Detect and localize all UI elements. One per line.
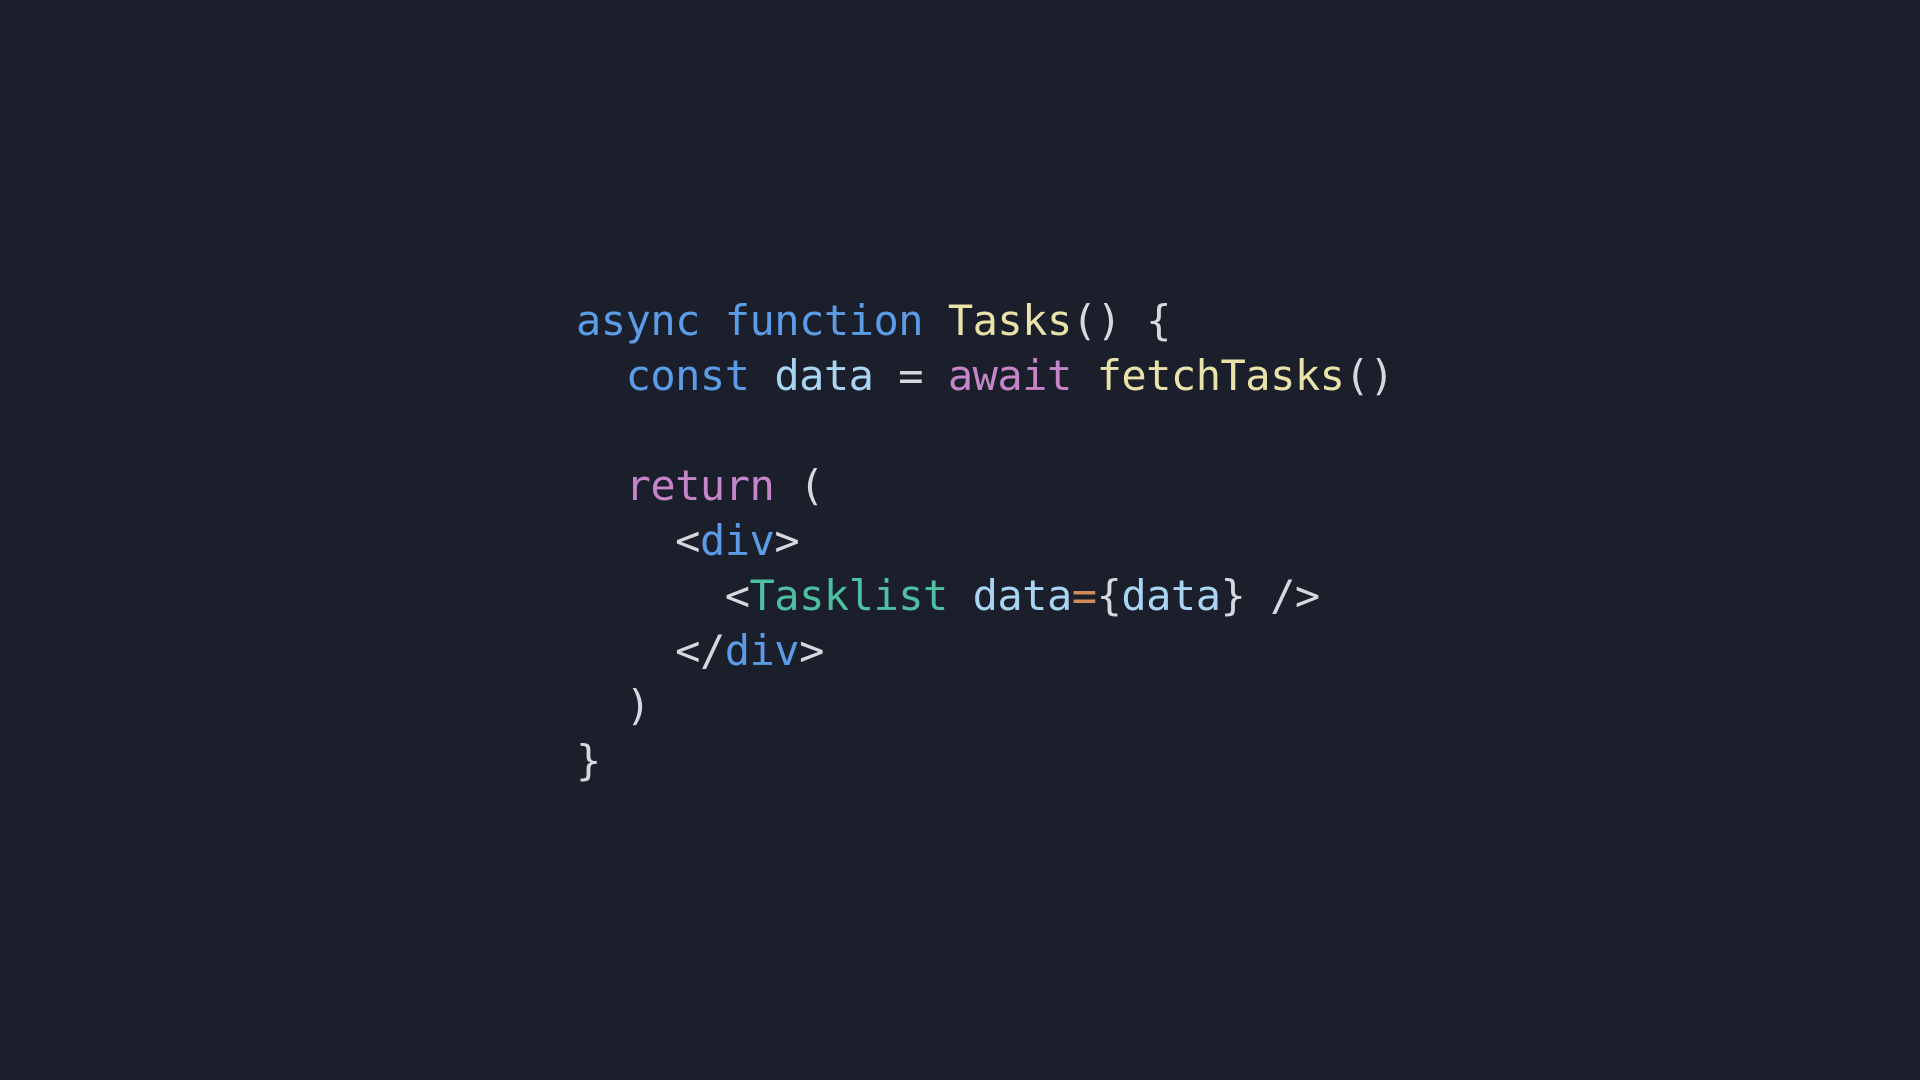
token-operator: = xyxy=(1071,571,1097,620)
token-component: Tasklist xyxy=(749,571,949,620)
code-line-1: async function Tasks() { xyxy=(576,293,1394,348)
code-line-6: <Tasklist data={data} /> xyxy=(576,568,1394,623)
token-keyword: const xyxy=(625,351,750,400)
token-punctuation: ) xyxy=(625,681,651,730)
token-variable: data xyxy=(972,571,1073,620)
code-line-7: </div> xyxy=(576,623,1394,678)
token-control-keyword: await xyxy=(947,351,1072,400)
token-punctuation: () xyxy=(1344,351,1395,400)
token-keyword: async xyxy=(576,296,700,345)
token-function-name: Tasks xyxy=(947,296,1072,345)
token-punctuation: () { xyxy=(1071,296,1172,345)
token-punctuation: } /> xyxy=(1220,571,1321,620)
token-punctuation: </ xyxy=(675,626,725,675)
code-canvas: async function Tasks() { const data = aw… xyxy=(0,0,1920,1080)
token-punctuation: = xyxy=(873,351,948,400)
token-variable: data xyxy=(1121,571,1221,620)
code-line-9: } xyxy=(576,733,1394,788)
token-control-keyword: return xyxy=(625,461,775,510)
token-jsx-tag: div xyxy=(724,626,800,675)
token-function-name: fetchTasks xyxy=(1096,351,1345,400)
token-punctuation: < xyxy=(675,516,700,565)
code-line-8: ) xyxy=(576,678,1394,733)
token-punctuation: { xyxy=(1096,571,1122,620)
token-variable: data xyxy=(774,351,874,400)
token-keyword: function xyxy=(724,296,924,345)
token-punctuation: > xyxy=(774,516,800,565)
token-punctuation: > xyxy=(799,626,824,675)
code-block: async function Tasks() { const data = aw… xyxy=(576,293,1395,788)
token-jsx-tag: div xyxy=(699,516,775,565)
token-punctuation: < xyxy=(724,571,750,620)
token-punctuation: } xyxy=(576,736,601,785)
code-line-2: const data = await fetchTasks() xyxy=(576,348,1395,403)
token-punctuation: ( xyxy=(774,461,824,510)
code-line-4: return ( xyxy=(576,458,1394,513)
code-line-5: <div> xyxy=(576,513,1394,568)
